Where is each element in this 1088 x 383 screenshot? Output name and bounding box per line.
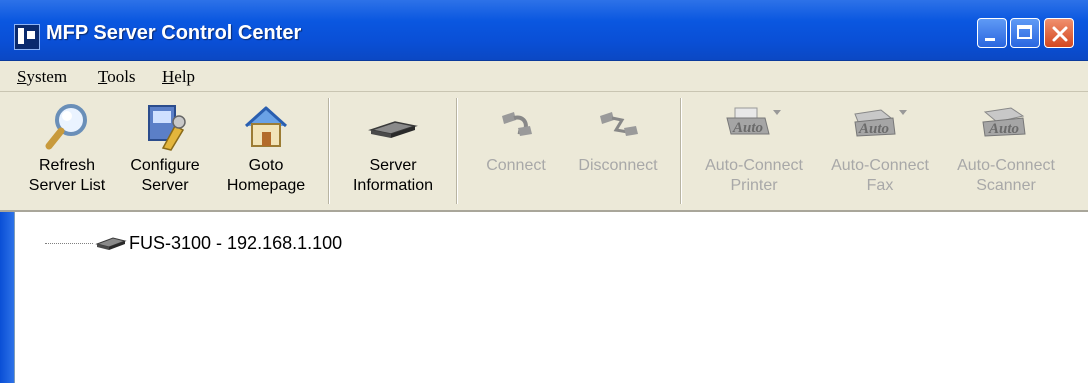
magnifier-icon bbox=[45, 104, 87, 150]
window-frame-left bbox=[0, 212, 14, 383]
goto-homepage-label: Goto Homepage bbox=[226, 157, 306, 194]
toolbar-separator bbox=[456, 98, 458, 204]
home-icon bbox=[244, 106, 288, 147]
menu-help[interactable]: Help bbox=[162, 67, 195, 87]
toolbar-separator bbox=[680, 98, 682, 204]
tree-connector-line bbox=[45, 243, 93, 244]
disconnect-button[interactable]: Disconnect bbox=[566, 100, 670, 204]
configure-icon bbox=[148, 105, 186, 151]
menu-tools[interactable]: Tools bbox=[98, 67, 136, 87]
auto-connect-printer-button[interactable]: Auto Auto-Connect Printer bbox=[692, 100, 816, 204]
auto-connect-scanner-button[interactable]: Auto Auto-Connect Scanner bbox=[944, 100, 1068, 204]
auto-connect-fax-label: Auto-Connect Fax bbox=[831, 157, 929, 194]
server-tree-view[interactable]: FUS-3100 - 192.168.1.100 bbox=[14, 212, 1088, 383]
svg-text:Auto: Auto bbox=[988, 121, 1019, 137]
configure-server-button[interactable]: Configure Server bbox=[122, 100, 208, 204]
connect-button[interactable]: Connect bbox=[474, 100, 558, 204]
maximize-button[interactable] bbox=[1010, 18, 1040, 48]
close-button[interactable] bbox=[1044, 18, 1074, 48]
auto-connect-printer-label: Auto-Connect Printer bbox=[705, 157, 803, 194]
connect-label: Connect bbox=[486, 157, 546, 174]
title-bar[interactable]: MFP Server Control Center bbox=[0, 0, 1088, 61]
connect-icon bbox=[502, 112, 532, 136]
server-information-label: Server Information bbox=[352, 157, 434, 194]
auto-scanner-icon: Auto bbox=[982, 107, 1026, 137]
refresh-server-list-button[interactable]: Refresh Server List bbox=[12, 100, 122, 204]
svg-text:Auto: Auto bbox=[732, 120, 763, 136]
auto-printer-icon: Auto bbox=[726, 107, 781, 136]
server-device-icon bbox=[95, 237, 127, 250]
svg-text:Auto: Auto bbox=[858, 121, 889, 137]
server-device-icon bbox=[368, 121, 418, 138]
refresh-server-list-label: Refresh Server List bbox=[28, 157, 106, 194]
close-icon bbox=[1052, 26, 1068, 42]
toolbar: Refresh Server List Configure Server Got… bbox=[0, 92, 1088, 212]
configure-server-label: Configure Server bbox=[130, 157, 200, 194]
server-information-button[interactable]: Server Information bbox=[340, 100, 446, 204]
app-logo-icon bbox=[14, 24, 40, 50]
minimize-button[interactable] bbox=[977, 18, 1007, 48]
goto-homepage-button[interactable]: Goto Homepage bbox=[214, 100, 318, 204]
window-title: MFP Server Control Center bbox=[46, 22, 302, 44]
toolbar-separator bbox=[328, 98, 330, 204]
disconnect-label: Disconnect bbox=[578, 157, 658, 174]
application-window: MFP Server Control Center System Tools H… bbox=[0, 0, 1088, 383]
tree-node-label: FUS-3100 - 192.168.1.100 bbox=[129, 233, 343, 253]
auto-fax-icon: Auto bbox=[854, 109, 907, 137]
auto-connect-scanner-label: Auto-Connect Scanner bbox=[957, 157, 1055, 194]
disconnect-icon bbox=[600, 112, 638, 136]
menu-system[interactable]: System bbox=[17, 67, 67, 87]
menu-bar: System Tools Help bbox=[0, 61, 1088, 92]
auto-connect-fax-button[interactable]: Auto Auto-Connect Fax bbox=[820, 100, 940, 204]
